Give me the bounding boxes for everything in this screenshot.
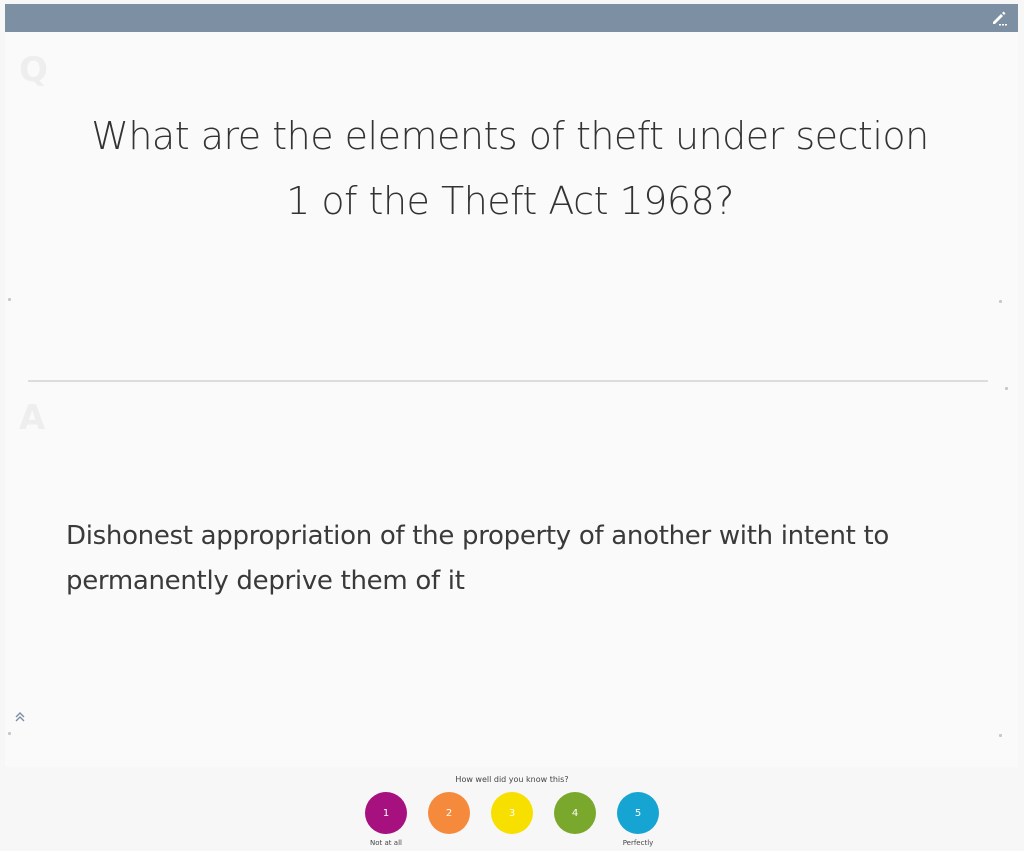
double-chevron-up-icon[interactable]: [14, 710, 26, 724]
rating-button-5[interactable]: 5: [617, 792, 659, 834]
rating-button-4[interactable]: 4: [554, 792, 596, 834]
rating-low-label: Not at all: [370, 839, 402, 847]
rating-high-label: Perfectly: [622, 839, 654, 847]
rating-button-label: 5: [634, 807, 642, 819]
rating-button-label: 3: [508, 807, 516, 819]
rating-button-3[interactable]: 3: [491, 792, 533, 834]
scroll-tick: [8, 298, 11, 301]
rating-prompt: How well did you know this?: [455, 775, 569, 784]
rating-button-label: 2: [445, 807, 453, 819]
flashcard: Q What are the elements of theft under s…: [5, 32, 1018, 767]
flashcard-page: Q What are the elements of theft under s…: [0, 0, 1024, 851]
pencil-icon: [993, 11, 1007, 26]
rating-button-label: 4: [571, 807, 579, 819]
answer-marker: A: [19, 398, 46, 438]
rating-button-2[interactable]: 2: [428, 792, 470, 834]
question-marker: Q: [19, 50, 48, 90]
top-bar: [5, 4, 1018, 32]
scroll-tick: [1005, 387, 1008, 390]
edit-button[interactable]: [990, 9, 1008, 27]
rating-button-label: 1: [382, 807, 390, 819]
question-text: What are the elements of theft under sec…: [91, 114, 929, 223]
rating-panel: How well did you know this? 1 2 3 4 5 No…: [0, 767, 1024, 851]
question-answer-divider: [28, 380, 988, 382]
scroll-tick: [999, 300, 1002, 303]
rating-button-1[interactable]: 1: [365, 792, 407, 834]
answer-text: Dishonest appropriation of the property …: [66, 521, 889, 596]
scroll-tick: [8, 732, 11, 735]
scroll-tick: [999, 734, 1002, 737]
